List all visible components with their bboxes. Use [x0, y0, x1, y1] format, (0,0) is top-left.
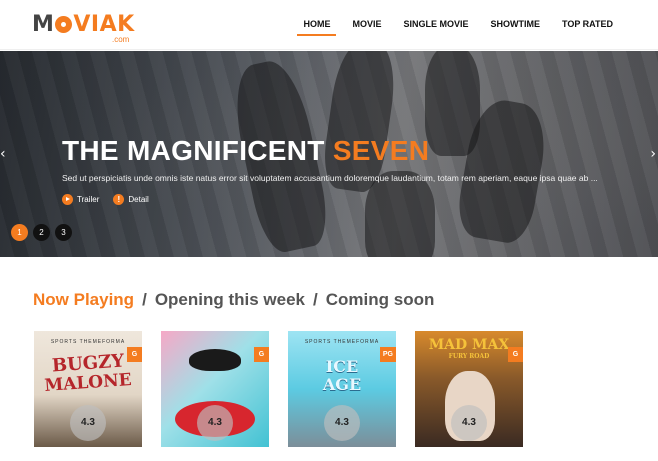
movie-card[interactable]: SPORTS THEMEFORMA ICE AGE PG 4.3 — [288, 331, 396, 447]
hero-description: Sed ut perspiciatis unde omnis iste natu… — [62, 173, 598, 183]
site-header: M VIAK .com HOME MOVIE SINGLE MOVIE SHOWT… — [0, 0, 658, 50]
hero-next-arrow[interactable]: › — [650, 146, 656, 162]
movie-poster-art — [189, 349, 241, 371]
play-icon — [62, 194, 73, 205]
movie-score: 4.3 — [70, 405, 106, 441]
info-icon: ! — [113, 194, 125, 205]
detail-link[interactable]: ! Detail — [113, 194, 149, 205]
movie-score: 4.3 — [324, 405, 360, 441]
nav-movie[interactable]: MOVIE — [341, 19, 392, 29]
rating-badge: PG — [379, 347, 396, 362]
nav-showtime[interactable]: SHOWTIME — [479, 19, 551, 29]
slide-3-button[interactable]: 3 — [55, 224, 72, 241]
rating-badge: G — [508, 347, 523, 362]
tab-separator: / — [142, 290, 147, 309]
movie-score: 4.3 — [197, 405, 233, 441]
movie-poster-subtitle: FURY ROAD — [448, 353, 490, 360]
logo-subtext: .com — [112, 35, 130, 44]
film-reel-icon — [55, 16, 73, 33]
hero-title: THE MAGNIFICENT SEVEN — [62, 135, 430, 166]
hero-slider: ‹ › THE MAGNIFICENT SEVEN Sed ut perspic… — [0, 51, 658, 257]
hero-actions: Trailer ! Detail — [62, 194, 149, 205]
slide-2-button[interactable]: 2 — [33, 224, 50, 241]
movie-tabs: Now Playing / Opening this week / Coming… — [33, 290, 434, 310]
tab-separator: / — [313, 290, 318, 309]
nav-home[interactable]: HOME — [292, 19, 341, 36]
movie-card[interactable]: SPORTS THEMEFORMA BUGZY MALONE G 4.3 — [34, 331, 142, 447]
logo-wordmark: M VIAK — [32, 12, 135, 37]
tab-coming-soon[interactable]: Coming soon — [326, 290, 435, 310]
site-logo[interactable]: M VIAK .com — [32, 10, 142, 44]
movie-tagline: SPORTS THEMEFORMA — [304, 339, 380, 345]
tab-opening-this-week[interactable]: Opening this week — [155, 290, 305, 310]
trailer-link[interactable]: Trailer — [62, 194, 99, 205]
movie-card[interactable]: MAD MAX FURY ROAD G 4.3 — [415, 331, 523, 447]
movie-tagline: SPORTS THEMEFORMA — [50, 339, 126, 345]
hero-prev-arrow[interactable]: ‹ — [0, 146, 6, 162]
detail-label: Detail — [128, 195, 149, 204]
nav-top-rated[interactable]: TOP RATED — [551, 19, 624, 29]
tab-now-playing[interactable]: Now Playing — [33, 290, 134, 310]
movie-poster-subtitle: AGE — [322, 375, 362, 394]
movie-score: 4.3 — [451, 405, 487, 441]
rating-badge: G — [127, 347, 142, 362]
movie-card[interactable]: G 4.3 — [161, 331, 269, 447]
main-nav: HOME MOVIE SINGLE MOVIE SHOWTIME TOP RAT… — [292, 19, 624, 36]
page: M VIAK .com HOME MOVIE SINGLE MOVIE SHOWT… — [0, 0, 658, 461]
trailer-label: Trailer — [77, 195, 100, 204]
slide-1-button[interactable]: 1 — [11, 224, 28, 241]
rating-badge: G — [254, 347, 269, 362]
movie-poster-title: MAD MAX — [428, 337, 510, 353]
slider-pagination: 1 2 3 — [11, 224, 72, 241]
nav-single-movie[interactable]: SINGLE MOVIE — [392, 19, 479, 29]
